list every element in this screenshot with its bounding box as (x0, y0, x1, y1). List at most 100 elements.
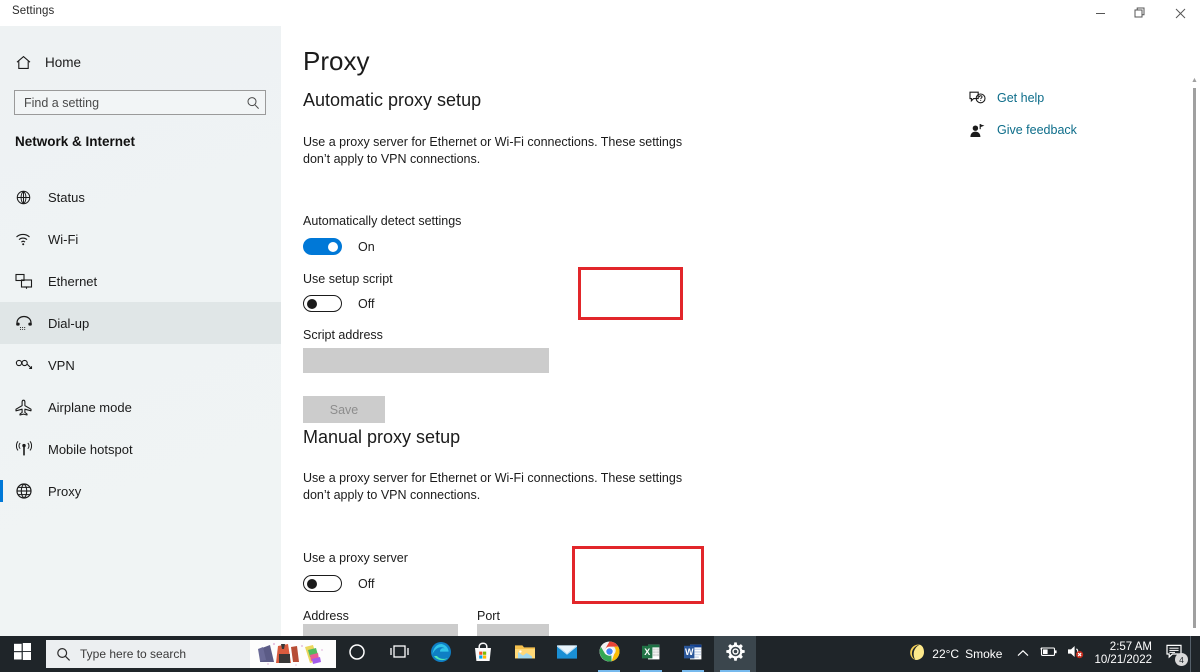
tray-volume-button[interactable] (1062, 636, 1088, 672)
sidebar-category-title: Network & Internet (15, 134, 136, 149)
taskbar-store-button[interactable] (462, 636, 504, 672)
auto-detect-toggle[interactable] (303, 238, 342, 255)
tray-clock[interactable]: 2:57 AM 10/21/2022 (1088, 636, 1160, 672)
globe-proxy-icon (15, 482, 45, 500)
windows-start-icon (13, 643, 31, 665)
gear-icon (725, 641, 746, 667)
globe-status-icon (15, 189, 45, 206)
maximize-button[interactable] (1120, 0, 1160, 26)
manual-proxy-description: Use a proxy server for Ethernet or Wi-Fi… (303, 471, 683, 502)
tray-overflow-button[interactable] (1010, 636, 1036, 672)
taskbar-excel-button[interactable]: X (630, 636, 672, 672)
toggle-knob (307, 298, 317, 309)
automatic-proxy-description: Use a proxy server for Ethernet or Wi-Fi… (303, 135, 683, 166)
tray-notifications-button[interactable]: 4 (1160, 636, 1190, 672)
tray-date: 10/21/2022 (1094, 654, 1152, 666)
taskbar: X W (0, 636, 1200, 672)
taskbar-task-view-button[interactable] (378, 636, 420, 672)
main-content: Proxy Automatic proxy setup Use a proxy … (281, 26, 1200, 636)
system-tray: 22°C Smoke 2:57 AM 10/21/2022 4 (898, 636, 1200, 672)
search-input[interactable] (15, 95, 241, 110)
use-proxy-toggle[interactable] (303, 575, 342, 592)
tray-time: 2:57 AM (1109, 641, 1152, 653)
restore-icon (1134, 7, 1145, 18)
give-feedback-label: Give feedback (997, 123, 1077, 137)
sidebar-item-label: Wi-Fi (48, 231, 79, 247)
sidebar-item-ethernet[interactable]: Ethernet (0, 260, 281, 302)
sidebar-item-vpn[interactable]: VPN (0, 344, 281, 386)
settings-search-box[interactable] (14, 90, 266, 115)
save-button[interactable]: Save (303, 396, 385, 423)
auto-detect-state: On (358, 239, 375, 254)
sidebar-item-home[interactable]: Home (0, 45, 281, 79)
automatic-proxy-heading: Automatic proxy setup (303, 90, 482, 110)
minimize-button[interactable] (1080, 0, 1120, 26)
page-title: Proxy (303, 46, 370, 76)
chrome-icon (599, 641, 620, 667)
taskbar-settings-button[interactable] (714, 636, 756, 672)
setup-script-toggle[interactable] (303, 295, 342, 312)
manual-proxy-heading: Manual proxy setup (303, 427, 461, 447)
notification-badge: 4 (1175, 653, 1188, 666)
sidebar-item-dial-up[interactable]: Dial-up (0, 302, 281, 344)
give-feedback-link-row[interactable]: Give feedback (969, 118, 1077, 142)
svg-text:W: W (685, 647, 694, 657)
help-panel: Get help Give feedback (969, 86, 1077, 150)
scrollbar-thumb[interactable] (1193, 88, 1196, 628)
wifi-icon (15, 231, 45, 247)
sidebar-item-mobile-hotspot[interactable]: Mobile hotspot (0, 428, 281, 470)
microsoft-store-icon (473, 641, 493, 667)
taskbar-file-explorer-button[interactable] (504, 636, 546, 672)
tray-battery-button[interactable] (1036, 636, 1062, 672)
sidebar-item-proxy[interactable]: Proxy (0, 470, 281, 512)
edge-icon (430, 641, 452, 668)
setup-script-toggle-row: Off (303, 295, 374, 312)
taskbar-chrome-button[interactable] (588, 636, 630, 672)
sidebar-item-label: VPN (48, 357, 75, 373)
settings-window: Settings Home Find a setting Network & I… (0, 0, 1200, 672)
sidebar: Home Network & Internet (0, 0, 281, 636)
address-input[interactable] (303, 624, 458, 636)
show-desktop-button[interactable] (1190, 636, 1196, 672)
tray-weather[interactable]: 22°C Smoke (898, 636, 1010, 672)
script-address-input[interactable] (303, 348, 549, 373)
toggle-knob (328, 241, 338, 252)
task-view-icon (389, 643, 409, 665)
use-proxy-label: Use a proxy server (303, 551, 408, 565)
content-scrollbar[interactable]: ▲ (1189, 26, 1200, 636)
sidebar-item-label: Airplane mode (48, 399, 132, 415)
chevron-up-icon (1017, 645, 1029, 663)
close-icon (1175, 8, 1185, 18)
taskbar-edge-button[interactable] (420, 636, 462, 672)
taskbar-cortana-button[interactable] (336, 636, 378, 672)
help-bubble-icon (969, 91, 997, 106)
annotation-box-use-proxy-server (572, 546, 704, 604)
setup-script-label: Use setup script (303, 272, 393, 286)
taskbar-search-box[interactable] (46, 640, 336, 668)
sidebar-home-label: Home (45, 54, 82, 70)
taskbar-search-artwork (250, 640, 336, 668)
mail-icon (556, 644, 578, 665)
close-button[interactable] (1160, 0, 1200, 26)
sidebar-item-label: Proxy (48, 483, 82, 499)
cortana-circle-icon (348, 643, 366, 666)
script-address-label: Script address (303, 328, 383, 342)
get-help-link-row[interactable]: Get help (969, 86, 1077, 110)
toggle-knob (307, 578, 317, 589)
sidebar-item-wifi[interactable]: Wi-Fi (0, 218, 281, 260)
start-button[interactable] (0, 636, 44, 672)
sidebar-item-status[interactable]: Status (0, 176, 281, 218)
port-label: Port (477, 609, 500, 623)
vpn-icon (15, 358, 45, 372)
use-proxy-toggle-row: Off (303, 575, 374, 592)
word-icon: W (683, 642, 703, 667)
port-input[interactable] (477, 624, 549, 636)
sidebar-item-airplane-mode[interactable]: Airplane mode (0, 386, 281, 428)
annotation-box-setup-script (578, 267, 683, 320)
sidebar-item-label: Ethernet (48, 273, 98, 289)
use-proxy-state: Off (358, 576, 375, 591)
sidebar-nav-list: Status Wi-Fi Ethernet Dial-up VPN Airpla… (0, 176, 281, 512)
taskbar-mail-button[interactable] (546, 636, 588, 672)
scroll-up-arrow[interactable]: ▲ (1189, 74, 1200, 86)
taskbar-word-button[interactable]: W (672, 636, 714, 672)
